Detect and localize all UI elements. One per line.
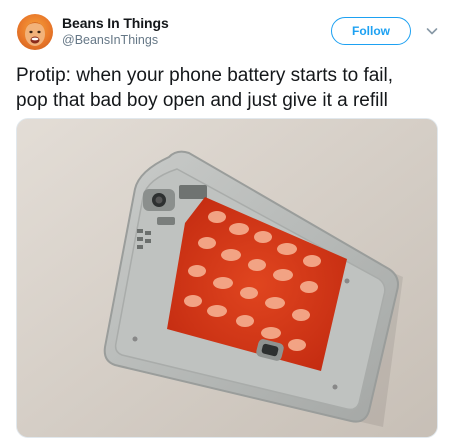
author-name[interactable]: Beans In Things [62,15,169,31]
tweet-photo[interactable] [16,118,438,438]
tweet-card: Beans In Things @BeansInThings Follow Pr… [0,0,453,446]
phone-with-beans-photo [17,119,437,437]
tweet-text-line: pop that bad boy open and just give it a… [16,90,388,111]
avatar[interactable] [17,14,53,50]
author-handle[interactable]: @BeansInThings [62,33,158,47]
chevron-down-icon[interactable] [425,24,439,38]
follow-button[interactable]: Follow [331,17,411,45]
tweet-text: Protip: when your phone battery starts t… [16,63,446,113]
avatar-face-icon [25,22,45,46]
tweet-text-line: Protip: when your phone battery starts t… [16,65,394,86]
